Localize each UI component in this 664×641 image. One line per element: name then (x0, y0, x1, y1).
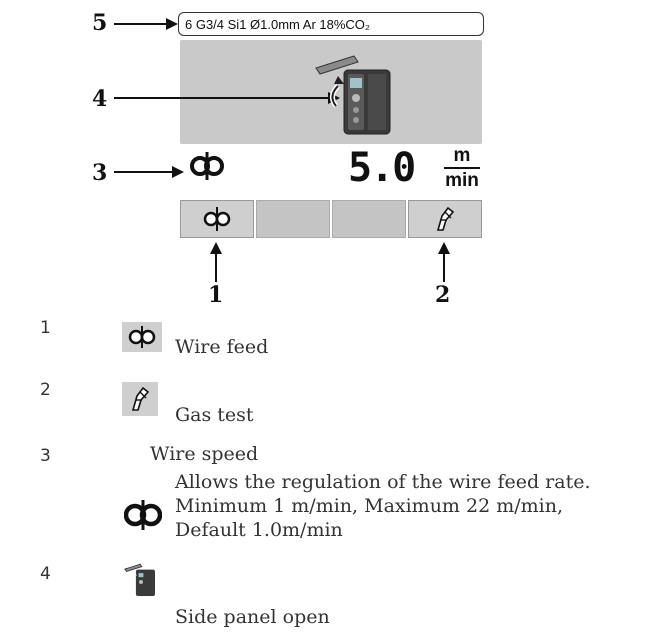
callout-5: 5 (92, 10, 108, 36)
wire-feed-button[interactable] (180, 200, 254, 238)
callout-3-arrow (114, 166, 184, 178)
legend-gas-test-icon (122, 382, 158, 416)
legend-number-3: 3 (40, 446, 51, 466)
empty-button-2[interactable] (256, 200, 330, 238)
legend-number-4: 4 (40, 564, 51, 584)
unit-numerator: m (453, 145, 471, 166)
legend-label-gas-test: Gas test (175, 404, 254, 426)
callout-2: 2 (435, 282, 451, 308)
wire-speed-value: 5.0 (348, 145, 416, 191)
unit-fraction-bar (444, 167, 480, 169)
unit-denominator: min (445, 170, 479, 191)
legend-label-side-panel-open: Side panel open (175, 606, 330, 628)
soft-button-row (180, 200, 482, 238)
callout-2-arrow (438, 242, 450, 282)
description-line-3: Default 1.0m/min (175, 519, 343, 541)
empty-button-3[interactable] (332, 200, 406, 238)
legend-side-panel-open-icon (124, 560, 158, 600)
status-line: 6 G3/4 Si1 Ø1.0mm Ar 18%CO₂ (178, 12, 484, 36)
wire-feed-icon (203, 207, 231, 231)
legend-wire-speed-icon (124, 500, 162, 530)
callout-4-arrow (114, 92, 340, 104)
callout-1: 1 (208, 282, 224, 308)
legend-description-wire-speed: Allows the regulation of the wire feed r… (175, 470, 645, 542)
side-panel-open-icon (314, 50, 398, 140)
legend-label-wire-speed: Wire speed (150, 443, 259, 465)
description-line-2: Minimum 1 m/min, Maximum 22 m/min, (175, 495, 563, 517)
callout-5-arrow (114, 18, 178, 30)
wire-speed-unit: m min (442, 146, 482, 190)
wire-speed-icon (190, 152, 224, 180)
callout-3: 3 (92, 160, 108, 186)
description-line-1: Allows the regulation of the wire feed r… (175, 471, 591, 493)
callout-4: 4 (92, 86, 108, 112)
legend-number-1: 1 (40, 318, 51, 338)
legend-wire-feed-icon (122, 322, 162, 352)
callout-1-arrow (210, 242, 222, 282)
legend-number-2: 2 (40, 380, 51, 400)
legend-label-wire-feed: Wire feed (175, 336, 269, 358)
gas-test-icon (436, 206, 455, 231)
gas-test-button[interactable] (408, 200, 482, 238)
